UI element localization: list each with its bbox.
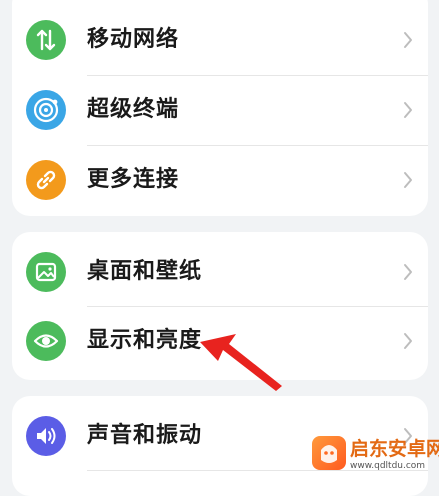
eye-icon <box>26 321 66 361</box>
chevron-right-icon <box>404 102 412 118</box>
watermark-logo-icon <box>312 436 346 470</box>
settings-item-label: 桌面和壁纸 <box>87 259 203 284</box>
settings-item-desktop-wallpaper[interactable]: 桌面和壁纸 <box>12 238 428 306</box>
speaker-icon <box>26 416 66 456</box>
super-device-icon <box>26 90 66 130</box>
settings-item-more-connections[interactable]: 更多连接 <box>12 146 428 214</box>
chevron-right-icon <box>404 264 412 280</box>
settings-group-connectivity: 移动网络 超级终端 更多连接 <box>12 0 428 216</box>
settings-item-label: 移动网络 <box>87 27 180 52</box>
chevron-right-icon <box>404 32 412 48</box>
chevron-right-icon <box>404 172 412 188</box>
settings-item-label: 更多连接 <box>87 167 180 192</box>
settings-item-super-device[interactable]: 超级终端 <box>12 76 428 144</box>
annotation-arrow-icon <box>200 334 282 391</box>
settings-item-label: 声音和振动 <box>87 423 203 448</box>
settings-item-label: 显示和亮度 <box>87 328 203 353</box>
settings-item-mobile-network[interactable]: 移动网络 <box>12 6 428 74</box>
mobile-network-icon <box>26 20 66 60</box>
watermark-title: 启东安卓网 <box>350 438 439 460</box>
settings-item-label: 超级终端 <box>87 97 180 122</box>
wallpaper-icon <box>26 252 66 292</box>
chevron-right-icon <box>404 333 412 349</box>
watermark-url: www.qdltdu.com <box>350 461 426 471</box>
link-icon <box>26 160 66 200</box>
